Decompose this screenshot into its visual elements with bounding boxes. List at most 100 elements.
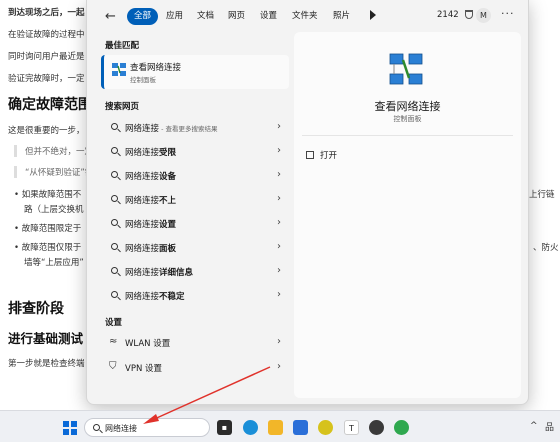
web-result-text: 网络连接受限 [125, 148, 177, 158]
doc-heading: 排查阶段 [8, 301, 64, 317]
settings-item-wlan[interactable]: ≈ WLAN 设置 › [101, 331, 289, 355]
open-label: 打开 [320, 151, 338, 161]
web-result-item[interactable]: 网络连接受限 › [101, 140, 289, 164]
doc-line: 第一步就是检查终端 [8, 359, 85, 369]
text-editor-icon[interactable]: T [344, 420, 359, 435]
doc-line: 验证完故障时，一定 [8, 74, 85, 84]
preview-pane: 查看网络连接 控制面板 打开 [294, 32, 521, 398]
shield-icon: ⛉ [109, 361, 117, 372]
web-result-item[interactable]: 网络连接不上 › [101, 188, 289, 212]
filter-chip-settings[interactable]: 设置 [253, 8, 284, 25]
search-icon [111, 171, 118, 178]
search-icon [111, 219, 118, 226]
play-icon[interactable] [370, 10, 376, 20]
file-explorer-icon[interactable] [268, 420, 283, 435]
settings-label: 设置 [105, 318, 123, 328]
doc-heading: 确定故障范围 [8, 97, 92, 113]
web-result-text: 网络连接设备 [125, 172, 177, 182]
open-icon [306, 151, 314, 159]
settings-item-vpn[interactable]: ⛉ VPN 设置 › [101, 356, 289, 380]
more-options-icon[interactable]: ··· [501, 7, 515, 20]
network-connections-icon [389, 53, 423, 85]
chevron-right-icon: › [277, 121, 281, 132]
filter-chip-documents[interactable]: 文档 [190, 8, 221, 25]
filter-chip-photos[interactable]: 照片 [326, 8, 357, 25]
filter-chip-apps[interactable]: 应用 [159, 8, 190, 25]
doc-quote: “从怀疑到验证”需 [14, 166, 93, 178]
doc-bullet: • 故障范围仅限于 [14, 243, 82, 253]
search-icon [111, 123, 118, 130]
chat-app-icon[interactable] [394, 420, 409, 435]
web-result-item[interactable]: 网络连接详细信息 › [101, 260, 289, 284]
doc-line: 这是很重要的一步， [8, 126, 85, 136]
doc-bullet-text: 故障范围限定于 [21, 224, 82, 234]
best-match-item[interactable]: 查看网络连接 控制面板 [101, 55, 289, 89]
web-result-text: 网络连接详细信息 [125, 268, 194, 278]
web-result-text: 网络连接 - 查看更多搜索结果 [125, 124, 218, 134]
task-view-icon[interactable]: ▪ [217, 420, 232, 435]
filter-bar: ← 全部 应用 文档 网页 设置 文件夹 照片 2142 M ··· [87, 0, 528, 32]
doc-line: 在验证故障的过程中 [8, 30, 85, 40]
search-icon [111, 267, 118, 274]
filter-chip-folders[interactable]: 文件夹 [285, 8, 325, 25]
doc-quote: 但并不绝对，一定 [14, 145, 93, 157]
chevron-right-icon: › [277, 265, 281, 276]
doc-heading: 进行基础测试 [8, 331, 84, 346]
wifi-icon: ≈ [109, 336, 118, 347]
chevron-right-icon: › [277, 361, 281, 372]
settings-item-label: VPN 设置 [125, 364, 163, 374]
best-match-subtitle: 控制面板 [130, 76, 156, 84]
doc-line: 同时询问用户最近是 [8, 52, 85, 62]
web-result-item[interactable]: 网络连接 - 查看更多搜索结果 › [101, 116, 289, 140]
web-result-text: 网络连接设置 [125, 220, 177, 230]
tray-icon[interactable]: 品 [545, 420, 554, 433]
doc-bullet-text: 如果故障范围不 [21, 190, 82, 200]
trophy-icon[interactable] [465, 10, 473, 19]
search-icon [111, 243, 118, 250]
chevron-right-icon: › [277, 336, 281, 347]
back-button[interactable]: ← [105, 9, 116, 24]
tray-chevron-up-icon[interactable]: ^ [530, 421, 538, 431]
search-flyout: ← 全部 应用 文档 网页 设置 文件夹 照片 2142 M ··· 最佳匹配 … [86, 0, 529, 405]
chevron-right-icon: › [277, 145, 281, 156]
results-pane: 最佳匹配 查看网络连接 控制面板 搜索网页 网络连接 - 查看更多搜索结果 › … [99, 32, 291, 398]
web-result-item[interactable]: 网络连接设置 › [101, 212, 289, 236]
search-icon [111, 195, 118, 202]
search-icon [111, 291, 118, 298]
web-result-text: 网络连接不上 [125, 196, 177, 206]
divider [302, 135, 513, 136]
web-result-item[interactable]: 网络连接面板 › [101, 236, 289, 260]
chevron-right-icon: › [277, 169, 281, 180]
chevron-right-icon: › [277, 241, 281, 252]
doc-line: 到达现场之后，一起 [8, 8, 85, 18]
chevron-right-icon: › [277, 289, 281, 300]
network-connections-icon [112, 63, 126, 76]
store-icon[interactable] [293, 420, 308, 435]
windows-start-icon[interactable] [63, 421, 77, 435]
doc-line-right: 、防火 [533, 243, 559, 253]
web-result-item[interactable]: 网络连接不稳定 › [101, 284, 289, 308]
taskbar: ▪ T ^ 品 [0, 410, 560, 442]
chevron-right-icon: › [277, 193, 281, 204]
web-result-text: 网络连接不稳定 [125, 292, 185, 302]
taskbar-search-box[interactable] [84, 418, 210, 437]
edge-browser-icon[interactable] [243, 420, 258, 435]
best-match-label: 最佳匹配 [105, 41, 140, 51]
doc-bullet: • 故障范围限定于 [14, 224, 82, 234]
app-icon[interactable] [369, 420, 384, 435]
filter-chip-web[interactable]: 网页 [221, 8, 252, 25]
app-icon[interactable] [318, 420, 333, 435]
doc-bullet-cont: 路（上层交换机 [24, 205, 84, 215]
avatar[interactable]: M [476, 8, 491, 23]
open-action[interactable]: 打开 [306, 149, 337, 161]
search-input[interactable] [105, 421, 205, 435]
search-icon [93, 424, 100, 431]
preview-subtitle: 控制面板 [393, 115, 422, 123]
doc-line-right: 上行链 [529, 190, 555, 200]
rewards-points[interactable]: 2142 [437, 10, 459, 20]
doc-bullet: • 如果故障范围不 [14, 190, 82, 200]
web-result-text: 网络连接面板 [125, 244, 177, 254]
web-result-item[interactable]: 网络连接设备 › [101, 164, 289, 188]
filter-chip-all[interactable]: 全部 [127, 8, 159, 25]
web-search-label: 搜索网页 [105, 102, 140, 112]
